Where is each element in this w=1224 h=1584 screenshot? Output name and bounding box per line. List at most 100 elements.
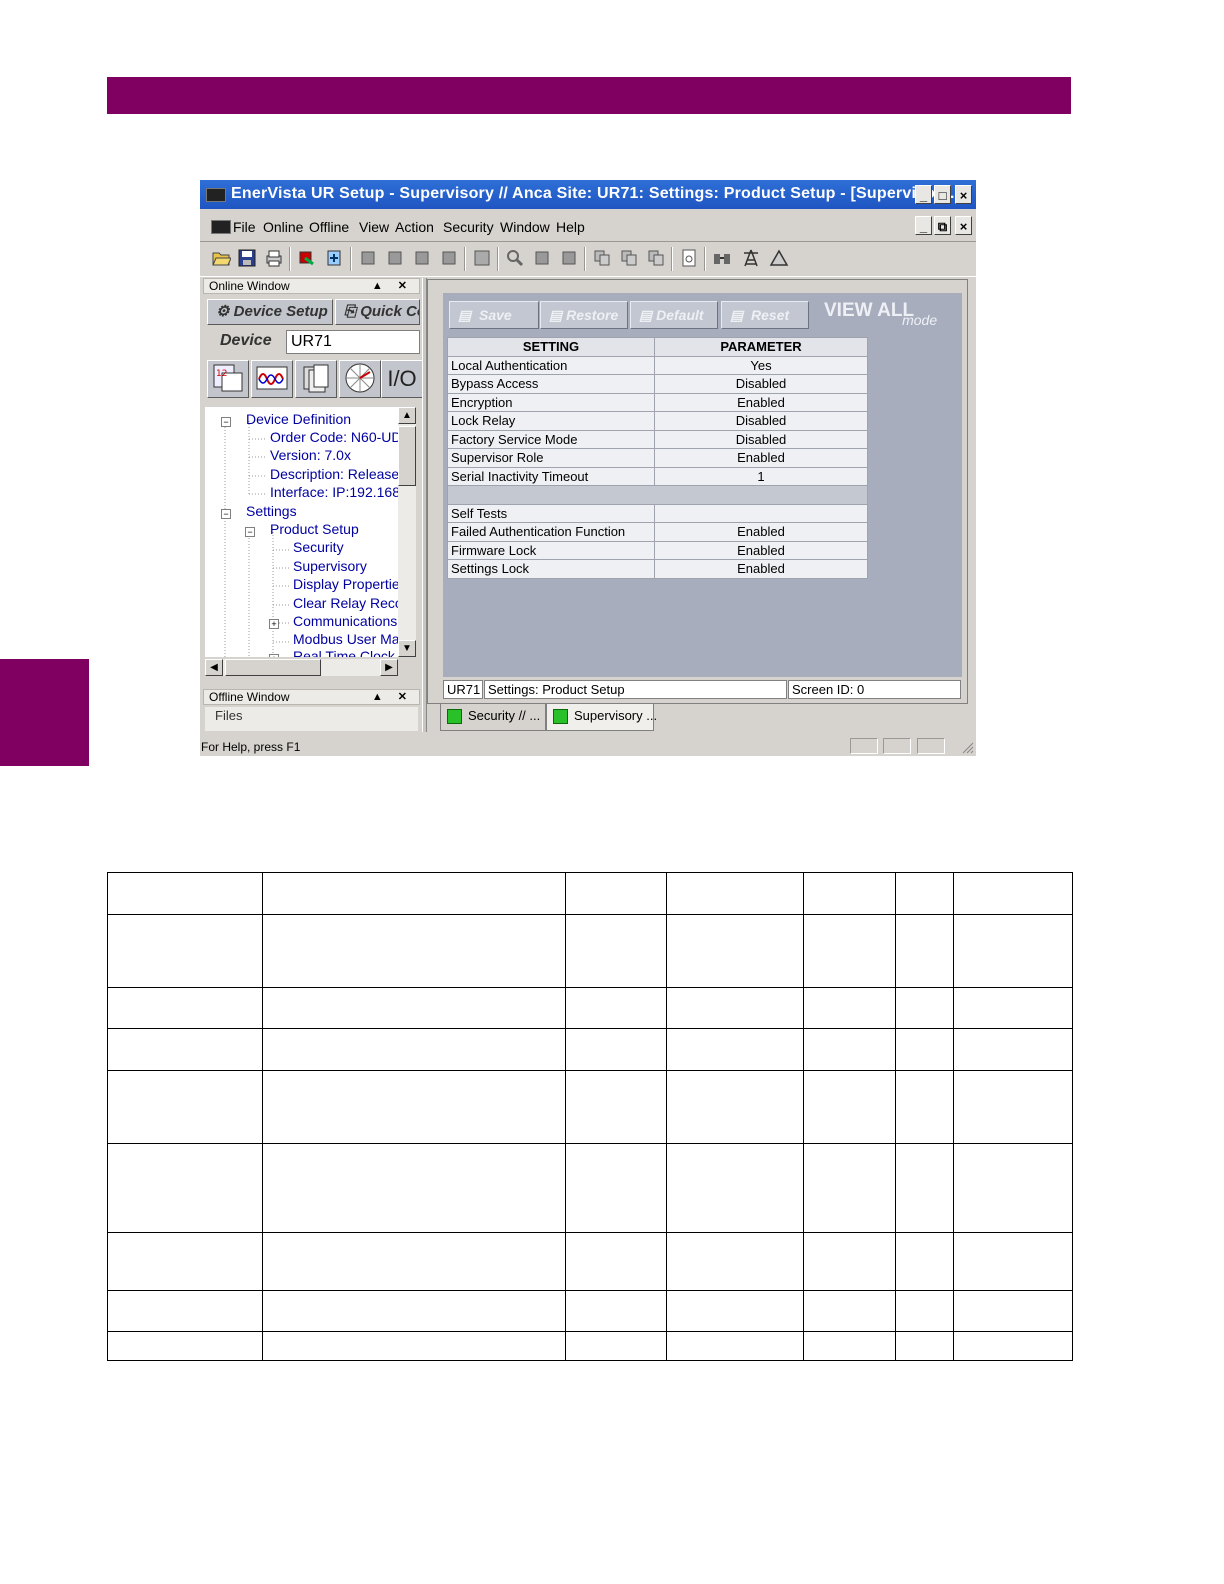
doc-minimize-button[interactable]: _ <box>915 216 932 235</box>
resize-grip-icon[interactable] <box>960 740 974 754</box>
tree-item-order-code[interactable]: Order Code: N60-UDH- <box>270 429 398 445</box>
device-setup-button[interactable]: ⚙ Device Setup <box>207 299 333 325</box>
scroll-thumb[interactable] <box>398 426 416 486</box>
parameter-cell[interactable]: Enabled <box>654 392 868 412</box>
scroll-left-icon[interactable]: ◀ <box>205 659 223 676</box>
tree-vertical-scrollbar[interactable]: ▲ ▼ <box>398 407 416 657</box>
print-icon[interactable] <box>264 248 284 268</box>
tree-item-display-properties[interactable]: Display Properties <box>293 576 398 592</box>
expand-icon[interactable]: + <box>269 619 279 629</box>
status-path: Settings: Product Setup <box>484 680 787 699</box>
open-icon[interactable] <box>211 248 231 268</box>
preview-icon[interactable] <box>679 248 699 268</box>
parameter-cell[interactable]: Enabled <box>654 559 868 579</box>
tool-icon[interactable] <box>439 248 459 268</box>
parameter-cell[interactable]: Yes <box>654 355 868 375</box>
read-device-icon[interactable] <box>297 248 317 268</box>
parameter-cell[interactable]: Enabled <box>654 540 868 560</box>
offline-window-title: Offline Window <box>209 690 290 704</box>
app-window: EnerVista UR Setup - Supervisory // Anca… <box>200 180 976 756</box>
save-icon[interactable] <box>237 248 257 268</box>
tree-item-device-definition[interactable]: Device Definition <box>246 411 351 427</box>
table-row <box>107 1331 1073 1361</box>
scroll-down-icon[interactable]: ▼ <box>398 640 416 657</box>
expand-icon[interactable]: + <box>269 654 279 657</box>
restore-button[interactable]: ▤ Restore <box>540 301 628 329</box>
scroll-up-icon[interactable]: ▲ <box>398 407 416 424</box>
menu-window[interactable]: Window <box>500 219 550 235</box>
copy-icon[interactable] <box>646 248 666 268</box>
tab-security[interactable]: Security // ... <box>440 704 546 731</box>
toolbar-separator <box>289 247 291 271</box>
menu-file[interactable]: File <box>233 219 256 235</box>
tree-item-security[interactable]: Security <box>293 539 344 555</box>
oscillography-icon[interactable] <box>251 360 293 398</box>
tree-item-supervisory[interactable]: Supervisory <box>293 558 367 574</box>
save-icon: ▤ <box>458 307 472 323</box>
copy-icon[interactable] <box>592 248 612 268</box>
zoom-icon[interactable] <box>505 248 525 268</box>
doc-restore-button[interactable]: ⧉ <box>934 216 951 235</box>
device-field[interactable]: UR71 <box>286 330 420 354</box>
online-window-controls[interactable]: ▲ ✕ <box>372 279 413 293</box>
tab-security-label: Security // ... <box>468 708 541 723</box>
reset-button[interactable]: ▤ Reset <box>721 301 809 329</box>
record-icon[interactable] <box>559 248 579 268</box>
tree-item-real-time-clock[interactable]: Real Time Clock <box>293 648 395 657</box>
parameter-cell[interactable]: Disabled <box>654 429 868 449</box>
tree-item-interface[interactable]: Interface: IP:192.168.1 <box>270 484 398 500</box>
metering-icon[interactable]: 12 <box>207 360 249 398</box>
doc-close-button[interactable]: × <box>955 216 972 235</box>
parameter-cell[interactable]: 1 <box>654 466 868 486</box>
write-device-icon[interactable] <box>324 248 344 268</box>
parameter-cell[interactable]: Disabled <box>654 411 868 431</box>
hscroll-thumb[interactable] <box>225 659 321 676</box>
tree-horizontal-scrollbar[interactable]: ◀ ▶ <box>205 659 398 676</box>
warning-icon[interactable] <box>769 248 789 268</box>
tree-item-settings[interactable]: Settings <box>246 503 297 519</box>
tree-item-communications[interactable]: Communications <box>293 613 397 629</box>
menu-security[interactable]: Security <box>443 219 494 235</box>
menu-action[interactable]: Action <box>395 219 434 235</box>
window-title: EnerVista UR Setup - Supervisory // Anca… <box>231 185 955 202</box>
menu-online[interactable]: Online <box>263 219 303 235</box>
tab-supervisory[interactable]: Supervisory ... <box>546 704 657 731</box>
tool-icon[interactable] <box>358 248 378 268</box>
tree-item-version[interactable]: Version: 7.0x <box>270 447 351 463</box>
offline-window-controls[interactable]: ▲ ✕ <box>372 690 413 704</box>
menu-view[interactable]: View <box>359 219 389 235</box>
io-button[interactable]: I/O <box>381 360 423 398</box>
table-row: Firmware Lock Enabled <box>447 540 868 560</box>
self-tests-cell: Self Tests <box>447 503 655 523</box>
collapse-icon[interactable]: − <box>221 417 231 427</box>
tower-icon[interactable] <box>741 248 761 268</box>
parameter-cell[interactable]: Enabled <box>654 448 868 468</box>
tool-icon[interactable] <box>385 248 405 268</box>
tree-item-files[interactable]: Files <box>215 708 242 723</box>
save-button[interactable]: ▤ Save <box>449 301 539 329</box>
phasor-icon[interactable] <box>339 360 381 398</box>
quick-connect-button[interactable]: ⎘ Quick Co <box>335 299 420 325</box>
table-row: Encryption Enabled <box>447 392 868 412</box>
menu-offline[interactable]: Offline <box>309 219 349 235</box>
tool-icon[interactable] <box>412 248 432 268</box>
menu-help[interactable]: Help <box>556 219 585 235</box>
parameter-cell[interactable]: Disabled <box>654 374 868 394</box>
registers-icon[interactable] <box>295 360 337 398</box>
default-button[interactable]: ▤ Default <box>630 301 718 329</box>
scroll-right-icon[interactable]: ▶ <box>380 659 398 676</box>
copy-icon[interactable] <box>619 248 639 268</box>
tree-item-clear-relay-records[interactable]: Clear Relay Recorc <box>293 595 398 611</box>
tree-item-description[interactable]: Description: Release 7 <box>270 466 398 482</box>
maximize-button[interactable]: □ <box>934 185 951 204</box>
compare-icon[interactable] <box>712 248 732 268</box>
edit-icon[interactable] <box>472 248 492 268</box>
tree-item-modbus-user-map[interactable]: Modbus User Map <box>293 631 398 647</box>
collapse-icon[interactable]: − <box>245 527 255 537</box>
minimize-button[interactable]: _ <box>915 185 932 204</box>
stop-icon[interactable] <box>532 248 552 268</box>
collapse-icon[interactable]: − <box>221 509 231 519</box>
tree-item-product-setup[interactable]: Product Setup <box>270 521 359 537</box>
close-button[interactable]: × <box>955 185 972 204</box>
parameter-cell[interactable]: Enabled <box>654 522 868 542</box>
